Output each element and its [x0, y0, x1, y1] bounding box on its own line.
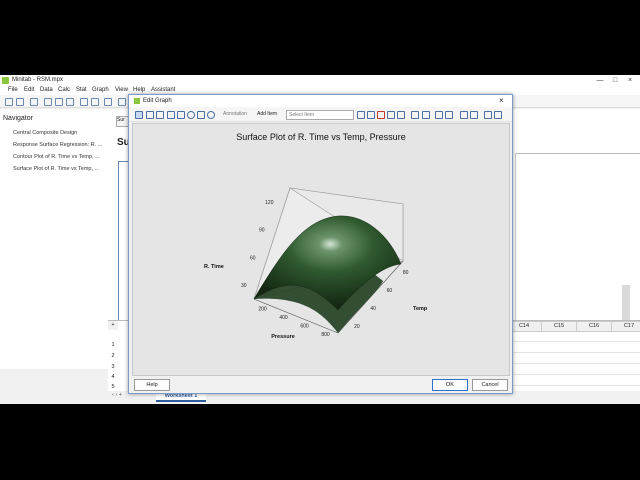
y-tick-label: 80 — [403, 270, 409, 276]
minitab-logo-icon — [134, 98, 140, 104]
find-icon[interactable] — [118, 98, 126, 106]
worksheet-row[interactable] — [506, 375, 640, 386]
crosshair-tool-icon[interactable] — [156, 111, 164, 119]
redo-icon[interactable] — [91, 98, 99, 106]
row-header[interactable]: 2 — [108, 352, 118, 361]
worksheet-row[interactable] — [506, 331, 640, 342]
nav-item-rsm-regression[interactable]: Response Surface Regression: R. ... — [13, 142, 102, 148]
surface-plot-svg: Surface Plot of R. Time vs Temp, Pressur… — [204, 132, 428, 340]
minimize-button[interactable]: — — [595, 76, 605, 85]
edit-icon[interactable] — [357, 111, 365, 119]
print-icon[interactable] — [30, 98, 38, 106]
window-icon[interactable] — [104, 98, 112, 106]
navigator-header: Navigator — [3, 115, 33, 122]
text-tool-icon[interactable] — [167, 111, 175, 119]
y-tick-label: 40 — [370, 306, 376, 312]
layout-icon[interactable] — [411, 111, 419, 119]
ellipse-tool-icon[interactable] — [187, 111, 195, 119]
menu-data[interactable]: Data — [40, 87, 53, 93]
sheet-nav-arrows-icon[interactable]: ‹ › + — [112, 392, 122, 398]
corner-cell: + — [108, 321, 118, 330]
marker-tool-icon[interactable] — [207, 111, 215, 119]
cut-icon[interactable] — [44, 98, 52, 106]
row-header[interactable]: 4 — [108, 373, 118, 382]
copy-icon[interactable] — [55, 98, 63, 106]
minitab-logo-icon — [2, 77, 9, 84]
worksheet-row[interactable] — [506, 364, 640, 375]
z-tick-label: 30 — [241, 283, 247, 289]
zoom-in-icon[interactable] — [484, 111, 492, 119]
nav-item-central-composite[interactable]: Central Composite Design — [13, 130, 77, 136]
y-tick-label: 60 — [387, 288, 393, 294]
chart-title: Surface Plot of R. Time vs Temp, Pressur… — [236, 132, 405, 142]
save-icon[interactable] — [16, 98, 24, 106]
row-header[interactable]: 1 — [108, 341, 118, 350]
y-axis-label: Temp — [413, 306, 428, 312]
undo-icon[interactable] — [387, 111, 395, 119]
y-tick-label: 20 — [354, 324, 360, 330]
x-tick-label: 800 — [321, 332, 330, 338]
menu-assistant[interactable]: Assistant — [151, 87, 175, 93]
rotate-up-icon[interactable] — [460, 111, 468, 119]
redo-icon[interactable] — [397, 111, 405, 119]
vertical-scrollbar[interactable] — [622, 285, 630, 325]
z-tick-label: 90 — [259, 228, 265, 234]
x-tick-label: 400 — [279, 315, 288, 321]
navigator-pane: Navigator Central Composite Design Respo… — [0, 109, 109, 369]
nav-item-contour-plot[interactable]: Contour Plot of R. Time vs Temp, ... — [13, 154, 100, 160]
row-header[interactable]: 3 — [108, 363, 118, 372]
paste-icon[interactable] — [66, 98, 74, 106]
menu-stat[interactable]: Stat — [76, 87, 87, 93]
nav-item-surface-plot[interactable]: Surface Plot of R. Time vs Temp, ... — [13, 166, 99, 172]
cancel-button[interactable]: Cancel — [472, 379, 508, 391]
x-tick-label: 200 — [258, 306, 267, 312]
rotate-right-icon[interactable] — [445, 111, 453, 119]
ok-button[interactable]: OK — [432, 379, 468, 391]
copy-icon[interactable] — [367, 111, 375, 119]
menu-graph[interactable]: Graph — [92, 87, 109, 93]
brush-tool-icon[interactable] — [146, 111, 154, 119]
menu-calc[interactable]: Calc — [58, 87, 70, 93]
dialog-toolbar: Annotation Add Item Select Item — [129, 107, 512, 122]
rotate-down-icon[interactable] — [470, 111, 478, 119]
x-axis-label: Pressure — [271, 334, 295, 340]
undo-icon[interactable] — [80, 98, 88, 106]
dialog-title: Edit Graph — [143, 98, 172, 104]
add-item-dropdown[interactable]: Add Item — [257, 111, 277, 117]
worksheet-row[interactable] — [506, 353, 640, 364]
graph-canvas[interactable]: Surface Plot of R. Time vs Temp, Pressur… — [132, 123, 510, 376]
title-bar: Minitab - RSM.mpx — □ × — [0, 75, 640, 86]
menu-help[interactable]: Help — [133, 87, 145, 93]
worksheet-row[interactable] — [506, 342, 640, 353]
select-item-dropdown[interactable]: Select Item — [286, 110, 354, 120]
rectangle-tool-icon[interactable] — [177, 111, 185, 119]
dialog-close-button[interactable]: × — [499, 96, 504, 105]
new-project-icon[interactable] — [5, 98, 13, 106]
output-divider — [515, 153, 640, 154]
maximize-button[interactable]: □ — [610, 76, 620, 85]
line-tool-icon[interactable] — [197, 111, 205, 119]
z-tick-label: 60 — [250, 255, 256, 261]
annotation-label: Annotation — [223, 111, 247, 117]
frame-icon[interactable] — [422, 111, 430, 119]
select-tool-icon[interactable] — [135, 111, 143, 119]
z-tick-label: 120 — [265, 200, 274, 206]
z-axis-label: R. Time — [204, 264, 224, 270]
menu-file[interactable]: File — [8, 87, 18, 93]
menu-edit[interactable]: Edit — [24, 87, 34, 93]
zoom-out-icon[interactable] — [494, 111, 502, 119]
dialog-title-bar: Edit Graph × — [129, 95, 512, 107]
window-title: Minitab - RSM.mpx — [12, 77, 64, 83]
help-button[interactable]: Help — [134, 379, 170, 391]
x-tick-label: 600 — [300, 323, 309, 329]
dialog-button-row: Help OK Cancel — [129, 376, 512, 393]
rotate-left-icon[interactable] — [435, 111, 443, 119]
edit-graph-dialog: Edit Graph × Annotation Add Item Select … — [128, 94, 513, 394]
menu-view[interactable]: View — [115, 87, 128, 93]
close-window-button[interactable]: × — [625, 76, 635, 85]
delete-icon[interactable] — [377, 111, 385, 119]
